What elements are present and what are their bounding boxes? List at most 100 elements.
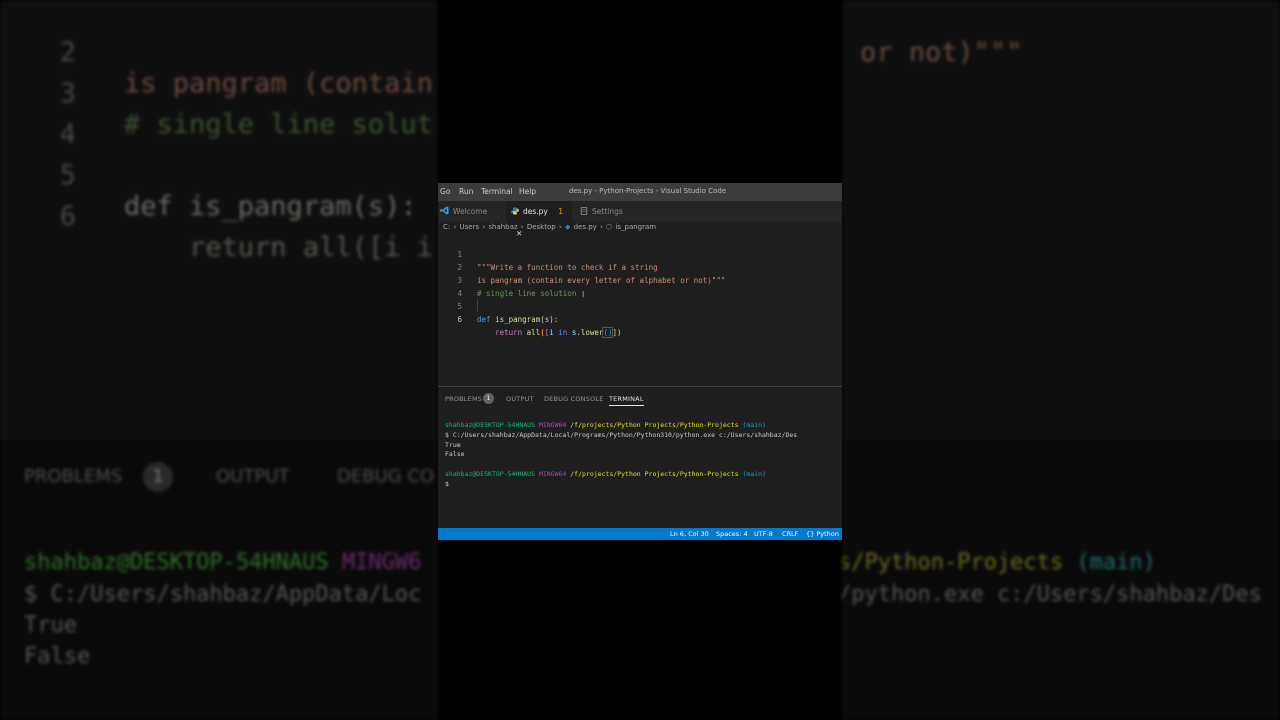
code-editor[interactable]: 1 """Write a function to check if a stri… (438, 235, 842, 385)
bg-prompt-user: shahbaz@DESKTOP-54HNAUS (24, 550, 329, 575)
terminal-output-false: False (445, 450, 465, 459)
code-line: 6 return all([i in s.lower()]) (438, 300, 842, 338)
code-line: 5 def is_pangram(s): (438, 287, 842, 324)
bg-prompt-env: MINGW6 (341, 550, 422, 575)
background-panel-right (842, 440, 1280, 720)
code-line: 3 # single line solution (438, 261, 842, 298)
keyword: in (558, 328, 568, 337)
chevron-right-icon: › (556, 223, 564, 231)
python-icon (511, 202, 519, 223)
function-icon: ⬡ (606, 223, 613, 231)
status-language-label: Python (816, 530, 839, 538)
bracket: ]) (612, 328, 622, 337)
menu-terminal[interactable]: Terminal (481, 187, 513, 196)
bg-tab-debug: DEBUG CO (337, 466, 435, 487)
window-title: des.py - Python-Projects - Visual Studio… (569, 187, 727, 195)
tab-output[interactable]: OUTPUT (506, 395, 534, 403)
bg-terminal-prompt-right: s/Python-Projects (main) (842, 550, 1156, 575)
menu-help[interactable]: Help (519, 187, 536, 196)
terminal-prompt-line: shahbaz@DESKTOP-54HNAUS MINGW64 /f/proje… (445, 421, 766, 429)
terminal-command: $ C:/Users/shahbaz/AppData/Local/Program… (445, 430, 798, 439)
title-bar: Go Run Terminal Help des.py - Python-Pro… (438, 183, 842, 201)
bg-code-line: 2 is pangram (contain (0, 6, 438, 99)
keyword: def (477, 315, 491, 324)
breadcrumb-item[interactable]: C: (443, 223, 450, 231)
function-name: all (526, 328, 541, 337)
status-eol[interactable]: CRLF (782, 530, 798, 538)
tab-problem-badge: 1 (558, 207, 564, 216)
tab-debug-console[interactable]: DEBUG CONSOLE (544, 395, 604, 403)
menu-go[interactable]: Go (440, 187, 450, 196)
bg-code-line: 3 # single line solut (0, 47, 438, 140)
code-text: return all([i in s.lower()]) (477, 326, 622, 339)
keyword: return (495, 328, 523, 337)
background-panel-tabs: PROBLEMS 1 OUTPUT DEBUG CO (0, 460, 438, 496)
tab-des-py-label: des.py (523, 207, 548, 216)
method-name: lower (580, 328, 604, 337)
prompt-user: shahbaz@DESKTOP-54HNAUS (445, 469, 536, 478)
editor-tab-bar: Welcome des.py 1 ✕ Settings (438, 201, 842, 238)
chevron-right-icon: › (518, 223, 526, 231)
prompt-path: /f/projects/Python Projects/Python-Proje… (570, 469, 739, 478)
tab-problems[interactable]: PROBLEMS (445, 395, 482, 403)
breadcrumb-item[interactable]: Users (460, 223, 480, 231)
breadcrumb-item[interactable]: des.py (574, 223, 597, 231)
indent-guide (477, 299, 478, 312)
code-text: def is_pangram(s): (477, 313, 558, 326)
tab-settings[interactable]: Settings (580, 201, 650, 222)
punctuation: ): (549, 315, 559, 324)
background-left: 2 is pangram (contain 3 # single line so… (0, 0, 438, 720)
tab-welcome[interactable]: Welcome (440, 201, 506, 222)
bg-code-line: or not)""" (842, 6, 1280, 68)
vscode-icon (440, 202, 449, 223)
bg-code-line: 5 def is_pangram(s): (0, 129, 438, 222)
variable: i (549, 328, 554, 337)
bg-tab-problems: PROBLEMS (24, 466, 123, 487)
status-encoding[interactable]: UTF-8 (754, 530, 773, 538)
breadcrumb-item[interactable]: Desktop (527, 223, 556, 231)
code-line: 1 """Write a function to check if a stri… (438, 235, 842, 272)
vscode-window: Go Run Terminal Help des.py - Python-Pro… (438, 183, 842, 540)
tab-des-py[interactable]: des.py 1 ✕ (506, 201, 572, 238)
bg-terminal-command-right: /python.exe c:/Users/shahbaz/Des (842, 582, 1262, 607)
function-name: is_pangram (495, 315, 541, 324)
tab-settings-label: Settings (592, 207, 623, 216)
prompt-branch: (main) (742, 469, 766, 478)
terminal-output-true: True (445, 440, 461, 449)
breadcrumb: C: › Users › shahbaz › Desktop › ◆ des.p… (443, 223, 657, 235)
code-line: 2 is pangram (contain every letter of al… (438, 248, 842, 285)
breadcrumb-item[interactable]: is_pangram (615, 223, 656, 231)
python-icon: ◆ (564, 223, 571, 231)
chevron-right-icon: › (480, 223, 488, 231)
bg-problems-badge: 1 (143, 462, 173, 492)
mouse-text-cursor-icon: I (582, 290, 585, 299)
bg-terminal-output-false: False (24, 644, 91, 669)
status-indentation[interactable]: Spaces: 4 (716, 530, 748, 538)
bg-line-number: 6 (59, 201, 76, 232)
prompt-env: MINGW64 (538, 469, 567, 478)
code-line: 4 (438, 274, 842, 298)
menu-run[interactable]: Run (459, 187, 473, 196)
prompt-env: MINGW64 (538, 421, 567, 429)
bg-terminal-prompt: shahbaz@DESKTOP-54HNAUS MINGW6 (24, 550, 421, 575)
settings-file-icon (580, 202, 588, 223)
panel-tabs: PROBLEMS 1 OUTPUT DEBUG CONSOLE TERMINAL (438, 392, 842, 408)
bg-tab-output: OUTPUT (216, 466, 290, 487)
tab-welcome-label: Welcome (453, 207, 488, 216)
terminal-input-prompt[interactable]: $ (445, 480, 449, 488)
status-language[interactable]: {} Python (806, 530, 839, 538)
breadcrumb-item[interactable]: shahbaz (488, 223, 517, 231)
prompt-branch: (main) (742, 421, 766, 429)
bottom-panel: PROBLEMS 1 OUTPUT DEBUG CONSOLE TERMINAL… (438, 386, 842, 529)
bg-prompt-branch: (main) (1076, 550, 1156, 575)
chevron-right-icon: › (597, 223, 606, 231)
bg-line-text-right: or not)""" (860, 37, 1023, 68)
tab-terminal[interactable]: TERMINAL (609, 395, 644, 406)
bg-code-line: 4 (0, 88, 438, 150)
terminal-prompt-line: shahbaz@DESKTOP-54HNAUS MINGW64 /f/proje… (445, 470, 766, 478)
bg-terminal-output-true: True (24, 613, 77, 638)
line-number: 6 (457, 315, 462, 324)
status-cursor-position[interactable]: Ln 6, Col 30 (670, 530, 709, 538)
prompt-path: /f/projects/Python Projects/Python-Proje… (570, 421, 739, 429)
terminal-output[interactable]: shahbaz@DESKTOP-54HNAUS MINGW64 /f/proje… (445, 421, 842, 490)
